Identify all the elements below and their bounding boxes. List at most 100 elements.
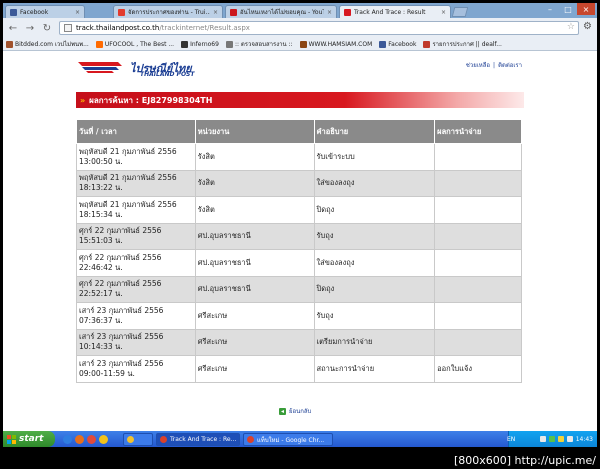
- tab-strip: Facebook × จัดการประกาศของท่าน - Trui...…: [3, 3, 597, 18]
- thailand-post-logo[interactable]: ไปรษณีย์ไทย THAILAND POST: [78, 57, 238, 79]
- cell-time: 13:00:50 น.: [79, 156, 123, 166]
- language-indicator[interactable]: EN: [507, 436, 515, 443]
- cell-delivery-result: [434, 249, 522, 277]
- wrench-menu-icon[interactable]: ⚙: [583, 21, 592, 32]
- tab-label: Track And Trace : Result: [354, 8, 426, 16]
- cell-datetime: พฤหัสบดี 21 กุมภาพันธ์ 2556 18:15:34 น.: [76, 196, 196, 224]
- url-path: /trackinternet/Result.aspx: [159, 24, 250, 32]
- cell-delivery-result: [434, 275, 522, 303]
- browser-window: Facebook × จัดการประกาศของท่าน - Trui...…: [3, 3, 597, 447]
- maximize-icon[interactable]: □: [559, 3, 577, 15]
- firefox-icon[interactable]: [75, 434, 84, 444]
- cell-office: ศป.อุบลราชธานี: [194, 222, 315, 250]
- contact-link[interactable]: ติดต่อเรา: [498, 62, 522, 69]
- facebook-icon: [379, 40, 387, 48]
- cell-datetime: ศุกร์ 22 กุมภาพันธ์ 2556 15:51:03 น.: [76, 222, 196, 250]
- bookmark-icon: [299, 40, 307, 48]
- tab-facebook[interactable]: Facebook ×: [5, 5, 85, 18]
- tab-label: อันไหนเหงาได้ไม่ขอบคุณ - YouT...: [240, 9, 324, 16]
- column-header-delivery-result: ผลการนำจ่าย: [434, 119, 522, 144]
- bookmark-label: UFOCOOL , The Best ...: [104, 40, 175, 48]
- folder-icon[interactable]: [99, 434, 108, 444]
- site-icon: [118, 8, 125, 16]
- taskbar-item-label: Track And Trace : Re...: [170, 436, 237, 443]
- bookmark-item[interactable]: Facebook: [379, 40, 416, 48]
- tab-manage-ads[interactable]: จัดการประกาศของท่าน - Trui... ×: [113, 5, 223, 18]
- volume-icon[interactable]: [566, 436, 573, 442]
- thailand-post-icon: [344, 8, 351, 16]
- taskbar-item-new-tab[interactable]: แท็บใหม่ - Google Chr...: [243, 433, 333, 446]
- watermark: [800x600] http://upic.me/: [453, 454, 596, 467]
- cell-office: ศป.อุบลราชธานี: [194, 275, 315, 303]
- cell-date: ศุกร์ 22 กุมภาพันธ์ 2556: [79, 226, 162, 236]
- bookmark-label: รายการประกาศ || dealf...: [432, 41, 502, 48]
- bookmark-icon: [6, 40, 13, 48]
- network-icon[interactable]: [539, 436, 546, 442]
- close-icon[interactable]: ×: [327, 9, 332, 16]
- cell-time: 22:46:42 น.: [79, 262, 123, 272]
- cell-delivery-result: ออกใบแจ้ง: [434, 355, 522, 383]
- address-bar[interactable]: track.thailandpost.co.th/trackinternet/R…: [59, 21, 579, 35]
- bookmark-item[interactable]: รายการประกาศ || dealf...: [423, 39, 502, 49]
- cell-description: ใส่ของลงถุง: [313, 169, 436, 197]
- column-header-datetime: วันที่ / เวลา: [76, 119, 196, 144]
- youtube-icon: [230, 8, 237, 16]
- url-host: track.thailandpost.co.th: [76, 24, 160, 32]
- bookmark-item[interactable]: UFOCOOL , The Best ...: [95, 40, 175, 48]
- taskbar-item-label: แท็บใหม่ - Google Chr...: [257, 436, 325, 444]
- cell-date: พฤหัสบดี 21 กุมภาพันธ์ 2556: [79, 173, 177, 183]
- close-icon[interactable]: ×: [75, 9, 80, 16]
- bookmarks-bar: Bitdded.com เวปไม่พนพ... UFOCOOL , The B…: [3, 38, 597, 51]
- start-button[interactable]: start: [3, 431, 55, 447]
- tab-track-and-trace[interactable]: Track And Trace : Result ×: [339, 5, 451, 18]
- back-arrow-icon[interactable]: ←: [6, 21, 20, 35]
- quick-launch: [63, 434, 108, 444]
- minimize-icon[interactable]: –: [541, 3, 559, 15]
- chrome-icon[interactable]: [87, 434, 96, 444]
- clock[interactable]: 14:43: [576, 436, 593, 443]
- tray-app-icon[interactable]: [557, 436, 564, 442]
- table-row: ศุกร์ 22 กุมภาพันธ์ 2556 15:51:03 น. ศป.อุ…: [76, 222, 522, 250]
- cell-datetime: เสาร์ 23 กุมภาพันธ์ 2556 07:36:37 น.: [76, 302, 196, 330]
- cell-datetime: พฤหัสบดี 21 กุมภาพันธ์ 2556 18:13:22 น.: [76, 169, 196, 197]
- back-arrow-icon: ◂: [279, 407, 286, 415]
- taskbar-item-folder[interactable]: [123, 433, 153, 446]
- table-row: พฤหัสบดี 21 กุมภาพันธ์ 2556 18:13:22 น. รั…: [76, 169, 522, 197]
- bookmark-item[interactable]: Bitdded.com เวปไม่พนพ...: [6, 39, 89, 49]
- bookmark-star-icon[interactable]: ☆: [567, 22, 575, 32]
- cell-office: รังสิต: [194, 169, 315, 197]
- chrome-icon: [160, 436, 167, 443]
- bookmark-icon: [95, 40, 103, 48]
- table-row: ศุกร์ 22 กุมภาพันธ์ 2556 22:46:42 น. ศป.อุ…: [76, 249, 522, 277]
- taskbar-item-track-trace[interactable]: Track And Trace : Re...: [156, 433, 240, 446]
- tab-label: จัดการประกาศของท่าน - Trui...: [128, 9, 210, 16]
- table-row: เสาร์ 23 กุมภาพันธ์ 2556 10:14:33 น. ศรีสะ…: [76, 328, 522, 356]
- bookmark-label: Bitdded.com เวปไม่พนพ...: [15, 41, 89, 48]
- bookmark-label: WWW.HAMSIAM.COM: [308, 40, 373, 48]
- cell-description: รับถุง: [313, 222, 436, 250]
- close-icon[interactable]: ×: [213, 9, 218, 16]
- new-tab-button[interactable]: [451, 7, 469, 17]
- system-tray: EN 14:43: [507, 431, 597, 447]
- close-window-icon[interactable]: ×: [577, 3, 595, 15]
- cell-time: 18:15:34 น.: [79, 209, 123, 219]
- tray-app-icon[interactable]: [548, 436, 555, 442]
- tab-youtube[interactable]: อันไหนเหงาได้ไม่ขอบคุณ - YouT... ×: [225, 5, 337, 18]
- brand-english: THAILAND POST: [140, 71, 195, 78]
- cell-date: เสาร์ 23 กุมภาพันธ์ 2556: [79, 332, 164, 342]
- cell-time: 22:52:17 น.: [79, 289, 123, 299]
- cell-office: รังสิต: [194, 143, 315, 171]
- close-icon[interactable]: ×: [441, 9, 446, 16]
- bookmark-item[interactable]: Inferno69: [181, 40, 219, 48]
- cell-date: ศุกร์ 22 กุมภาพันธ์ 2556: [79, 279, 162, 289]
- help-link[interactable]: ช่วยเหลือ: [466, 62, 490, 69]
- forward-arrow-icon[interactable]: →: [23, 21, 37, 35]
- back-link[interactable]: ◂ ย้อนกลับ: [279, 406, 311, 416]
- reload-icon[interactable]: ↻: [40, 21, 54, 35]
- cell-office: ศรีสะเกษ: [194, 328, 315, 356]
- windows-logo-icon: [7, 434, 16, 444]
- ie-icon[interactable]: [63, 434, 72, 444]
- start-label: start: [19, 434, 44, 444]
- bookmark-item[interactable]: :: ตรวจสอบสารงาน ::: [225, 39, 293, 49]
- bookmark-item[interactable]: WWW.HAMSIAM.COM: [299, 40, 373, 48]
